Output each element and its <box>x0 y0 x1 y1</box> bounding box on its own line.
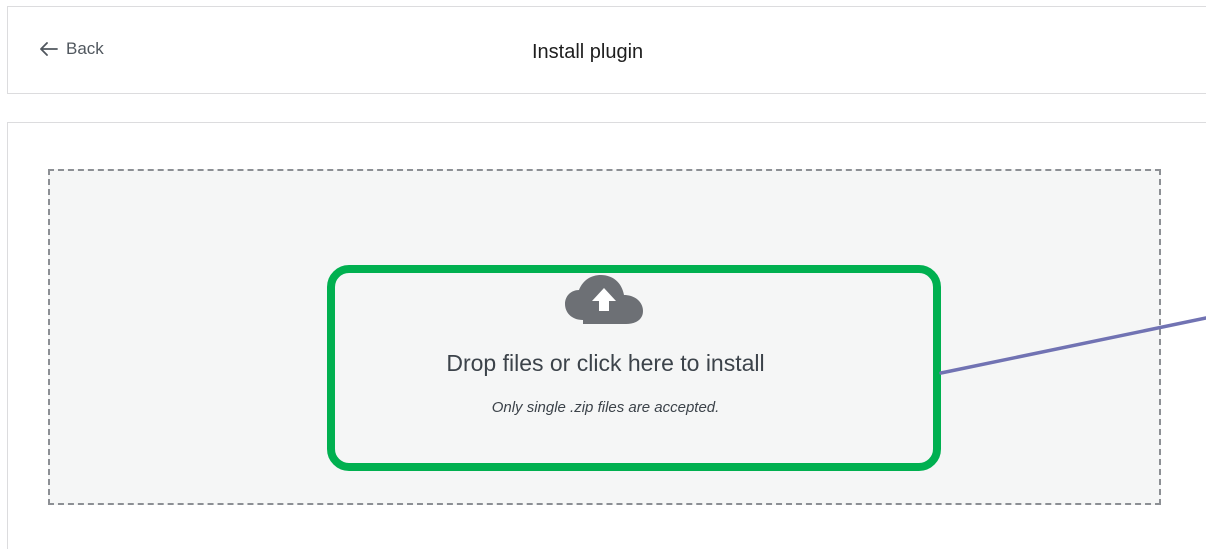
plugin-dropzone[interactable] <box>48 169 1161 505</box>
dropzone-title: Drop files or click here to install <box>446 350 765 376</box>
cloud-upload-icon <box>565 275 643 324</box>
back-button[interactable]: Back <box>40 39 104 59</box>
arrow-left-icon <box>40 42 58 56</box>
page-header: Back Install plugin <box>7 6 1206 94</box>
page-title: Install plugin <box>532 41 644 63</box>
dropzone-hint: Only single .zip files are accepted. <box>491 399 720 416</box>
back-label: Back <box>66 39 104 58</box>
